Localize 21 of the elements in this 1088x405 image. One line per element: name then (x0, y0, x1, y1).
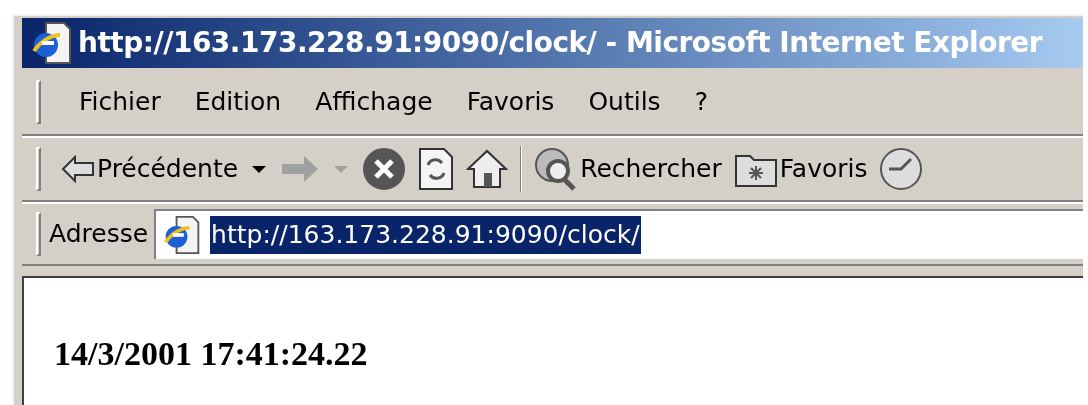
home-icon (466, 149, 509, 189)
clock-icon (879, 147, 924, 191)
page-text: 14/3/2001 17:41:24.22 (54, 335, 368, 372)
address-field[interactable]: http://163.173.228.91:9090/clock/ (154, 209, 1083, 259)
menu-item[interactable]: Edition (178, 83, 298, 121)
browser-page-icon (32, 21, 72, 65)
url-text: http://163.173.228.91:9090/clock/ (210, 216, 641, 254)
refresh-icon (418, 147, 455, 191)
dropdown-caret-icon[interactable] (252, 165, 267, 173)
window-title: http://163.173.228.91:9090/clock/ - Microsoft Internet Explorer (78, 25, 1043, 61)
favorites-button[interactable]: Favoris (727, 143, 874, 195)
stop-icon (362, 147, 407, 191)
menu-item[interactable]: ? (678, 83, 724, 121)
menu-item[interactable]: Favoris (450, 83, 571, 121)
menu-item[interactable]: Outils (572, 83, 677, 121)
menu-item[interactable]: Fichier (63, 83, 177, 121)
menu-item[interactable]: Affichage (299, 83, 449, 121)
address-label: Adresse (49, 218, 149, 251)
back-arrow-icon (61, 155, 95, 183)
search-button[interactable]: Rechercher (528, 143, 728, 195)
back-button[interactable]: Précédente (55, 143, 245, 195)
